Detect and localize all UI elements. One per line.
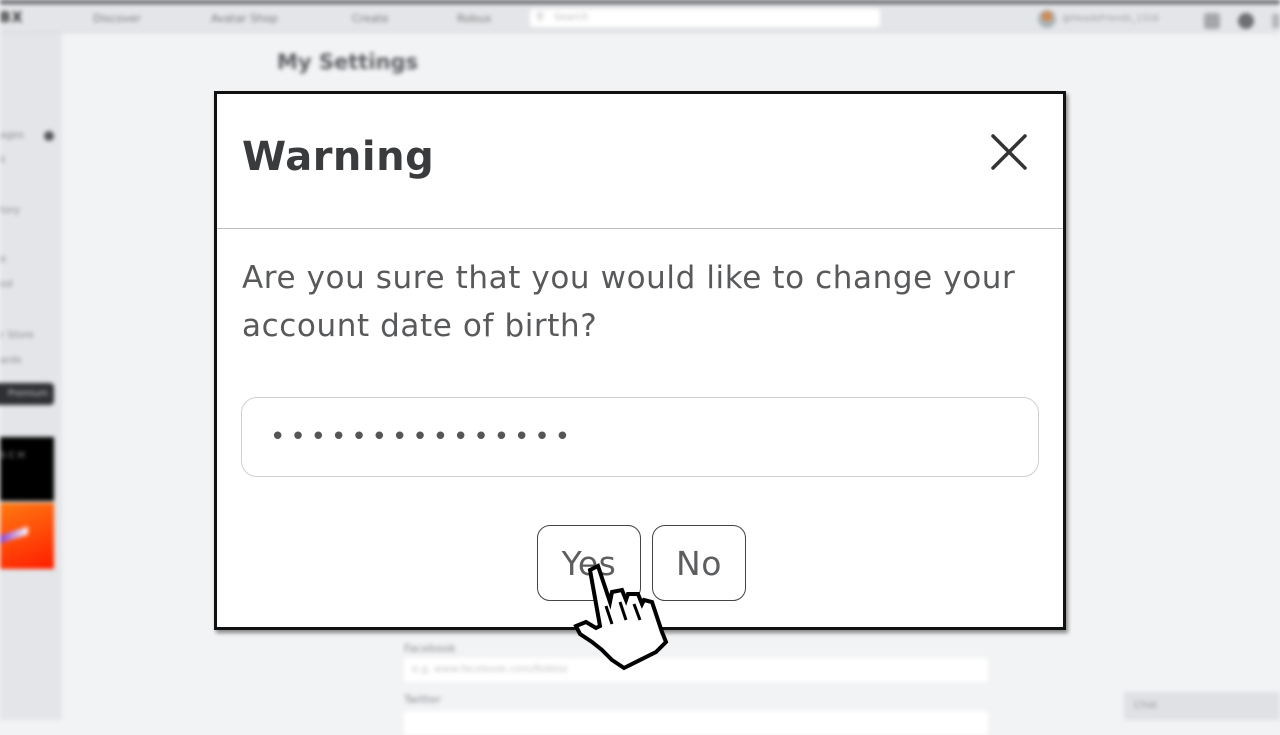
sidebar-item-official-store[interactable]: r Store [0,330,34,341]
robux-icon[interactable] [1204,13,1220,29]
close-button[interactable] [989,132,1029,172]
site-logo[interactable]: BX [0,10,23,26]
dialog-header: Warning [217,94,1063,229]
sidebar-item-messages[interactable]: ages [0,130,24,141]
sidebar-item-friends[interactable]: s [0,154,5,165]
facebook-placeholder: e.g. www.facebook.com/Roblox [412,664,568,675]
notifications-icon[interactable] [1272,14,1280,28]
password-input[interactable] [241,397,1039,477]
sidebar-item-groups[interactable]: e [0,254,6,265]
chat-bar[interactable]: Chat [1124,692,1280,720]
facebook-input[interactable]: e.g. www.facebook.com/Roblox [404,658,988,682]
avatar[interactable] [1038,10,1056,28]
messages-badge [44,131,54,141]
sidebar-ad-black[interactable]: S C H [0,437,54,501]
nav-link-discover[interactable]: Discover [93,12,141,25]
search-input[interactable]: ⚲ Search [530,9,880,27]
dialog-title: Warning [242,134,435,180]
settings-gear-icon[interactable] [1238,13,1254,29]
twitter-label: Twitter [404,693,441,706]
page-title: My Settings [277,50,419,74]
sidebar-item-my-feed[interactable]: ed [0,279,13,290]
search-icon: ⚲ [536,10,545,23]
sidebar-item-gift-cards[interactable]: ards [0,355,22,366]
ad-text: S C H [0,451,25,461]
facebook-label: Facebook [404,642,456,655]
get-premium-button[interactable]: Premium [0,383,54,405]
warning-dialog: Warning Are you sure that you would like… [214,91,1066,630]
search-placeholder: Search [554,12,589,23]
nav-link-avatar-shop[interactable]: Avatar Shop [211,12,278,25]
hand-pointer-cursor-icon [573,563,669,671]
close-icon [991,134,1027,170]
username-label: @HeadsFriends_1316 [1062,14,1159,24]
chat-label: Chat [1134,700,1158,711]
top-navigation-bar: BX Discover Avatar Shop Create Robux ⚲ S… [0,4,1280,33]
left-sidebar: ages s tory e ed r Store ards Premium S … [0,33,62,720]
twitter-input[interactable] [404,711,988,735]
sidebar-ad-orange[interactable] [0,503,54,569]
nav-link-robux[interactable]: Robux [457,12,491,25]
dialog-message: Are you sure that you would like to chan… [242,260,1016,344]
sidebar-item-inventory[interactable]: tory [0,205,20,216]
nav-link-create[interactable]: Create [352,12,389,25]
